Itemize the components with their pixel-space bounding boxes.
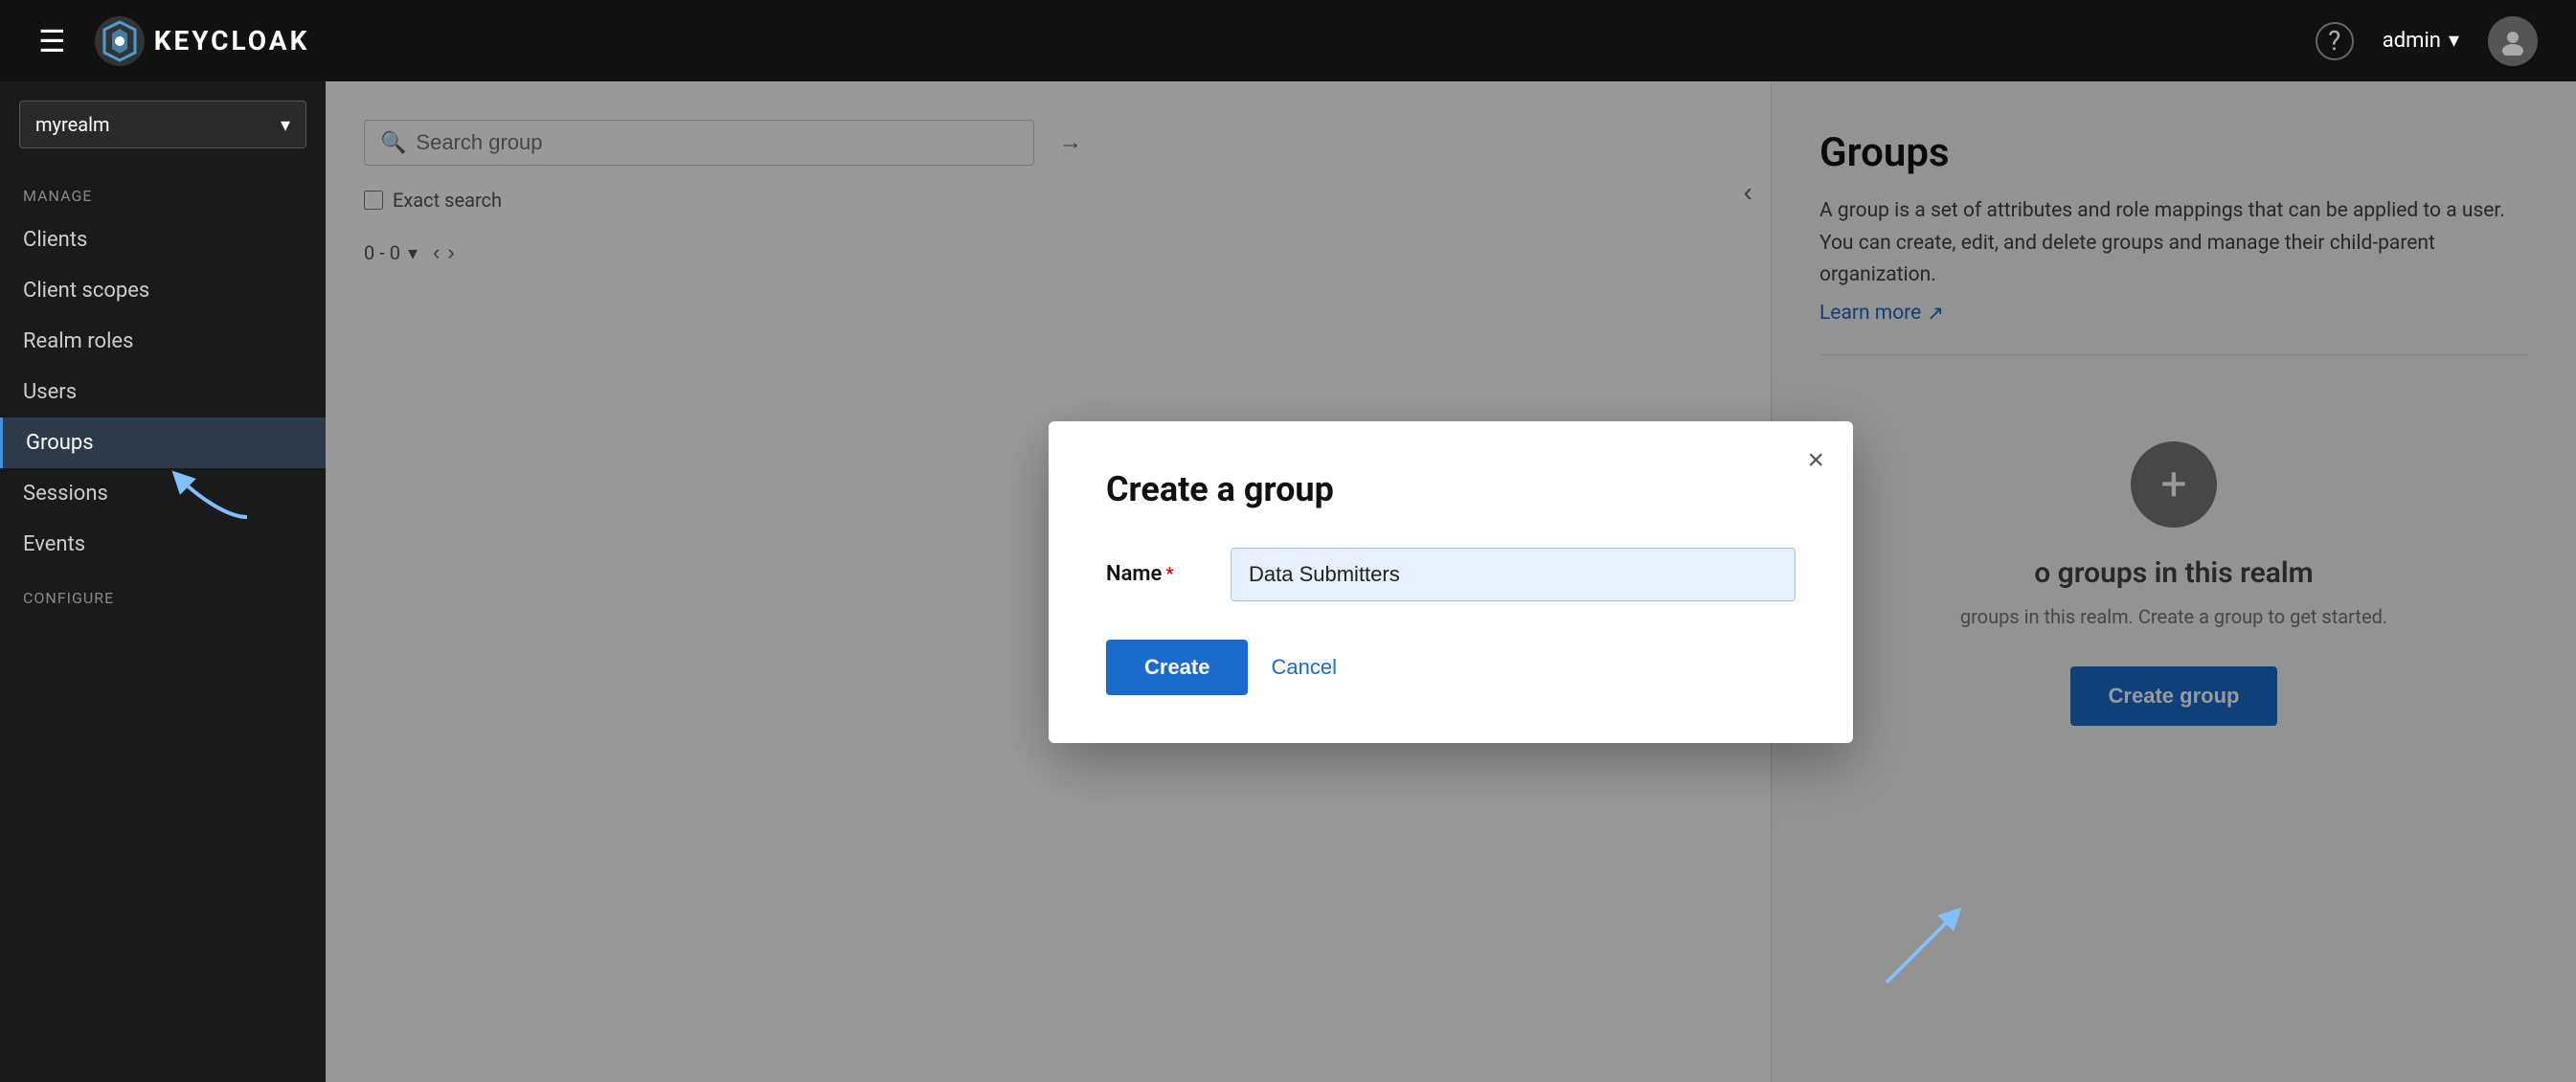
create-group-modal: Create a group × Name * Create Cancel — [1049, 421, 1853, 743]
main-content: 🔍 → Exact search 0 - 0 ▾ ‹ › — [326, 81, 2576, 1082]
name-form-row: Name * — [1106, 548, 1796, 601]
dropdown-arrow: ▾ — [2449, 29, 2459, 53]
realm-roles-label: Realm roles — [23, 329, 133, 353]
client-scopes-label: Client scopes — [23, 279, 149, 303]
layout: myrealm ▾ Manage Clients Client scopes R… — [0, 81, 2576, 1082]
sessions-label: Sessions — [23, 482, 108, 506]
navbar-right: ? admin ▾ — [2316, 16, 2538, 66]
modal-cancel-button[interactable]: Cancel — [1271, 655, 1336, 680]
name-label-text: Name — [1106, 562, 1162, 586]
group-name-input[interactable] — [1231, 548, 1796, 601]
realm-name: myrealm — [35, 113, 109, 136]
name-label: Name * — [1106, 562, 1202, 586]
sidebar-item-events[interactable]: Events — [0, 519, 326, 570]
admin-user-menu[interactable]: admin ▾ — [2383, 29, 2459, 53]
logo-area: Keycloak — [95, 16, 310, 66]
sidebar-item-realm-roles[interactable]: Realm roles — [0, 316, 326, 367]
realm-selector[interactable]: myrealm ▾ — [19, 101, 306, 148]
manage-section-label: Manage — [0, 177, 326, 214]
sidebar-item-clients[interactable]: Clients — [0, 214, 326, 265]
events-label: Events — [23, 532, 85, 556]
modal-create-button[interactable]: Create — [1106, 640, 1248, 695]
sidebar: myrealm ▾ Manage Clients Client scopes R… — [0, 81, 326, 1082]
admin-label: admin — [2383, 29, 2441, 53]
hamburger-menu[interactable]: ☰ — [38, 23, 66, 59]
modal-close-button[interactable]: × — [1807, 444, 1824, 477]
sidebar-item-users[interactable]: Users — [0, 367, 326, 417]
sidebar-item-client-scopes[interactable]: Client scopes — [0, 265, 326, 316]
required-indicator: * — [1165, 564, 1173, 584]
app-title: Keycloak — [154, 25, 310, 56]
groups-label: Groups — [26, 431, 94, 455]
configure-section-label: Configure — [0, 579, 326, 617]
avatar[interactable] — [2488, 16, 2538, 66]
sidebar-item-sessions[interactable]: Sessions — [0, 468, 326, 519]
modal-backdrop: Create a group × Name * Create Cancel — [326, 81, 2576, 1082]
users-label: Users — [23, 380, 77, 404]
navbar: ☰ Keycloak ? admin ▾ — [0, 0, 2576, 81]
realm-dropdown-icon: ▾ — [281, 113, 290, 136]
help-icon[interactable]: ? — [2316, 22, 2354, 60]
clients-label: Clients — [23, 228, 87, 252]
keycloak-logo-icon — [95, 16, 145, 66]
modal-actions: Create Cancel — [1106, 640, 1796, 695]
sidebar-item-groups[interactable]: Groups — [0, 417, 326, 468]
modal-title: Create a group — [1106, 469, 1796, 509]
